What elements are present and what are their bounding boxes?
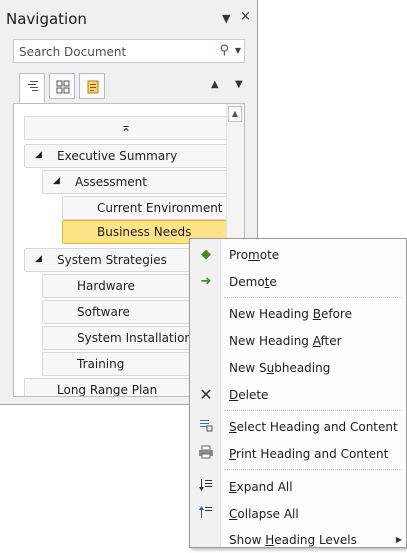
menu-item-demote[interactable]: ➜ Demote bbox=[190, 269, 406, 295]
promote-arrow-icon: ◆ bbox=[201, 247, 211, 262]
menu-item-label: Delete bbox=[229, 388, 269, 402]
menu-item-label: New Heading After bbox=[229, 334, 342, 348]
search-input[interactable]: Search Document bbox=[19, 45, 126, 59]
tree-item[interactable]: ◢ Assessment bbox=[42, 170, 232, 194]
pane-title: Navigation bbox=[6, 10, 87, 28]
menu-item-label: New Heading Before bbox=[229, 307, 352, 321]
demote-arrow-icon: ➜ bbox=[200, 274, 212, 289]
menu-item-label: Expand All bbox=[229, 480, 293, 494]
tab-browse-results[interactable] bbox=[79, 73, 105, 99]
delete-x-icon: ✕ bbox=[199, 385, 213, 404]
dropdown-arrow-icon[interactable]: ▼ bbox=[222, 12, 230, 25]
menu-item-print-heading-content[interactable]: Print Heading and Content bbox=[190, 441, 406, 467]
heading-context-menu: ◆ Promote ➜ Demote New Heading Before Ne… bbox=[189, 238, 407, 548]
menu-item-new-heading-before[interactable]: New Heading Before bbox=[190, 301, 406, 327]
menu-item-label: New Subheading bbox=[229, 361, 331, 375]
tree-item[interactable]: Current Environment bbox=[62, 196, 232, 220]
search-box[interactable]: Search Document ⚲ ▼ bbox=[13, 39, 245, 63]
menu-item-show-heading-levels[interactable]: Show Heading Levels ▶ bbox=[190, 527, 406, 553]
collapse-all-node[interactable]: ⌅ bbox=[24, 116, 232, 140]
tree-item[interactable]: ◢ Executive Summary bbox=[24, 144, 232, 168]
scroll-up-icon[interactable]: ▲ bbox=[228, 106, 242, 122]
menu-item-label: Collapse All bbox=[229, 507, 299, 521]
expanded-triangle-icon[interactable]: ◢ bbox=[53, 176, 60, 186]
menu-item-expand-all[interactable]: Expand All bbox=[190, 474, 406, 500]
close-icon[interactable]: × bbox=[240, 9, 251, 24]
submenu-arrow-icon: ▶ bbox=[395, 535, 402, 544]
menu-item-delete[interactable]: ✕ Delete bbox=[190, 382, 406, 408]
headings-icon bbox=[28, 81, 38, 91]
collapse-all-icon bbox=[197, 505, 215, 523]
expanded-triangle-icon[interactable]: ◢ bbox=[35, 150, 42, 160]
up-arrow-icon[interactable]: ▲ bbox=[211, 79, 219, 90]
menu-separator bbox=[224, 297, 402, 298]
menu-item-label: Demote bbox=[229, 275, 277, 289]
tab-browse-pages[interactable] bbox=[49, 73, 75, 99]
menu-separator bbox=[224, 469, 402, 470]
collapse-glyph: ⌅ bbox=[121, 120, 132, 134]
menu-item-promote[interactable]: ◆ Promote bbox=[190, 242, 406, 268]
tab-browse-headings[interactable] bbox=[19, 73, 45, 103]
results-icon bbox=[87, 80, 99, 94]
menu-separator bbox=[224, 410, 402, 411]
expanded-triangle-icon[interactable]: ◢ bbox=[35, 254, 42, 264]
search-icon[interactable]: ⚲ bbox=[219, 43, 229, 58]
menu-item-collapse-all[interactable]: Collapse All bbox=[190, 501, 406, 527]
menu-item-select-heading-content[interactable]: Select Heading and Content bbox=[190, 414, 406, 440]
menu-item-label: Print Heading and Content bbox=[229, 447, 389, 461]
down-arrow-icon[interactable]: ▼ bbox=[235, 79, 243, 90]
menu-item-label: Select Heading and Content bbox=[229, 420, 398, 434]
menu-item-label: Show Heading Levels bbox=[229, 533, 357, 547]
select-content-icon bbox=[197, 418, 215, 436]
pages-grid-icon bbox=[56, 80, 70, 94]
expand-all-icon bbox=[197, 478, 215, 496]
search-options-icon[interactable]: ▼ bbox=[235, 46, 241, 55]
printer-icon bbox=[197, 445, 215, 463]
menu-item-new-heading-after[interactable]: New Heading After bbox=[190, 328, 406, 354]
browse-tabs: ▲ ▼ bbox=[13, 73, 245, 103]
menu-item-label: Promote bbox=[229, 248, 280, 262]
menu-item-new-subheading[interactable]: New Subheading bbox=[190, 355, 406, 381]
